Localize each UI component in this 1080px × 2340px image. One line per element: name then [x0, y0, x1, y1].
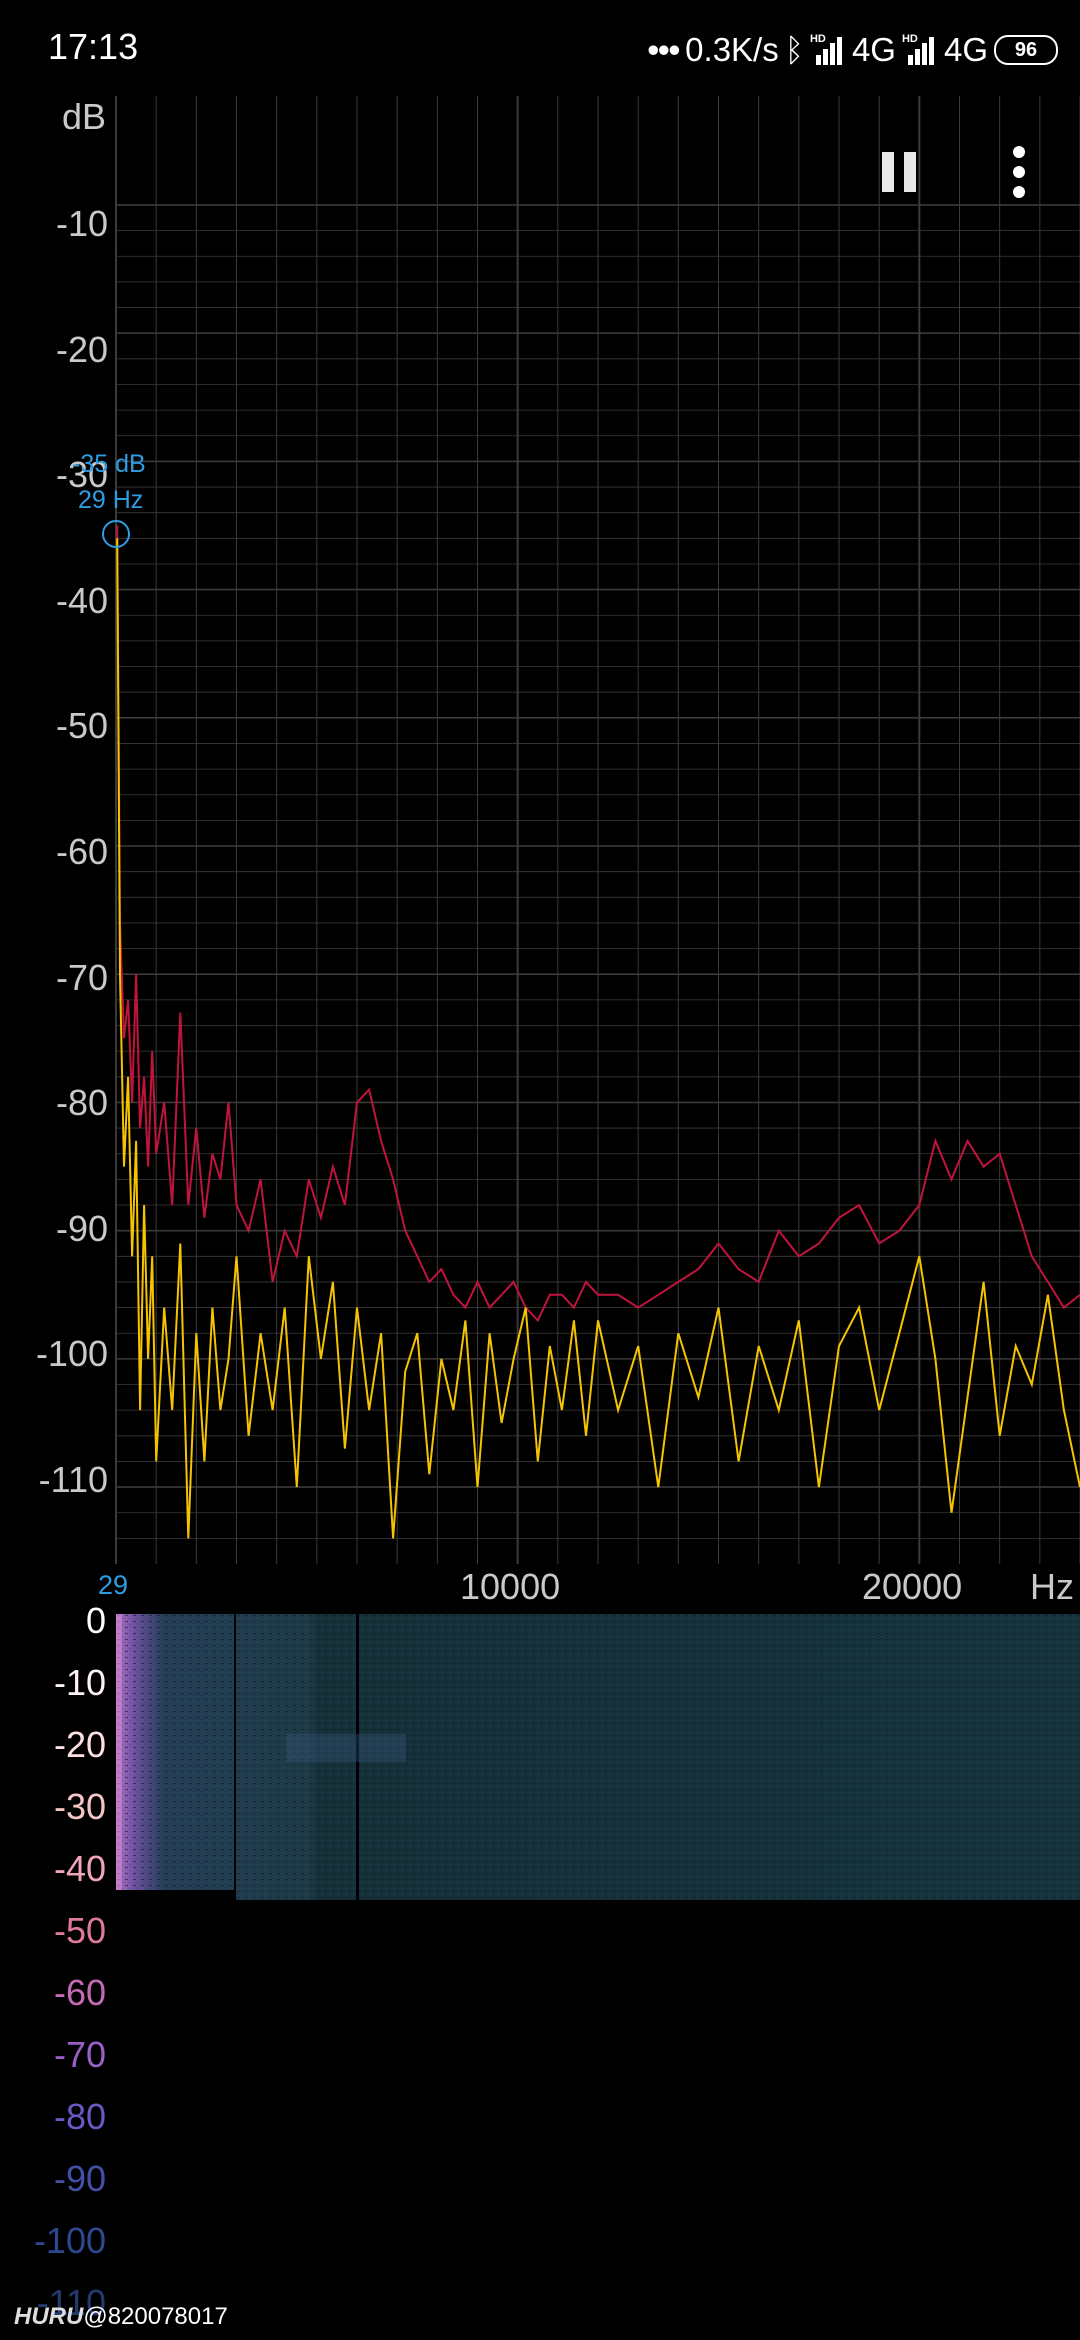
more-options-icon[interactable] [1004, 146, 1034, 198]
notification-dots-icon: ••• [647, 31, 681, 68]
y-tick-label: -80 [55, 1082, 108, 1124]
spectrogram-scale-label: -80 [53, 2096, 106, 2137]
watermark-user: @820078017 [83, 2303, 228, 2330]
y-tick-label: -70 [55, 956, 108, 998]
network-type-1: 4G [851, 31, 896, 68]
spectrogram-scale-label: -20 [53, 1724, 106, 1765]
y-tick-label: -40 [55, 579, 108, 621]
spectrogram-scale-label: -40 [53, 1848, 106, 1889]
peak-db-label: -35 dB [72, 450, 146, 478]
grid [115, 96, 1080, 1564]
status-time: 17:13 [48, 26, 139, 67]
spectrogram-scale-label: -70 [53, 2034, 106, 2075]
hd-badge-2: HD [901, 33, 918, 45]
network-speed: 0.3K/s [685, 31, 779, 68]
y-tick-label: -110 [38, 1459, 108, 1500]
x-axis-unit: Hz [1030, 1566, 1074, 1607]
x-tick-10000: 10000 [460, 1566, 561, 1607]
signal-strength-icon-2: HD [901, 33, 938, 65]
watermark-brand: HURU [14, 2303, 84, 2330]
pause-button[interactable] [882, 152, 922, 192]
x-axis-start: 29 [98, 1570, 129, 1600]
spectrogram-scale-label: 0 [85, 1600, 106, 1641]
signal-strength-icon: HD [809, 33, 846, 65]
network-type-2: 4G [943, 31, 988, 68]
y-tick-label: -20 [55, 328, 108, 370]
spectrogram-scale-label: -50 [53, 1910, 106, 1951]
y-tick-label: -90 [55, 1207, 108, 1249]
y-tick-label: -50 [55, 705, 108, 747]
x-tick-20000: 20000 [862, 1566, 963, 1607]
peak-hz-label: 29 Hz [78, 486, 144, 514]
bluetooth-icon: ᛒ [784, 31, 804, 68]
battery-level: 96 [1014, 38, 1038, 61]
y-axis-unit: dB [61, 96, 106, 137]
status-icons: ••• 0.3K/s ᛒ HD 4G HD 4G 96 [647, 28, 1058, 72]
spectrogram-scale-label: -10 [53, 1662, 106, 1703]
trace-layer [116, 525, 1080, 1539]
current-trace [116, 538, 1080, 1539]
y-tick-label: -10 [55, 203, 108, 244]
watermark: HURU@820078017 [14, 2303, 228, 2331]
spectrum-chart[interactable] [0, 96, 1080, 1616]
hd-badge: HD [809, 33, 826, 45]
battery-icon: 96 [994, 35, 1058, 65]
spectrogram[interactable] [116, 1614, 1080, 1900]
spectrogram-scale-label: -100 [33, 2220, 106, 2261]
y-tick-label: -100 [35, 1333, 108, 1375]
spectrogram-scale-label: -60 [53, 1972, 106, 2013]
status-bar: 17:13 ••• 0.3K/s ᛒ HD 4G HD 4G 96 [0, 0, 1080, 96]
spectrogram-scale-label: -90 [53, 2158, 106, 2199]
y-tick-label: -60 [55, 831, 108, 872]
spectrogram-scale-label: -30 [53, 1786, 106, 1827]
